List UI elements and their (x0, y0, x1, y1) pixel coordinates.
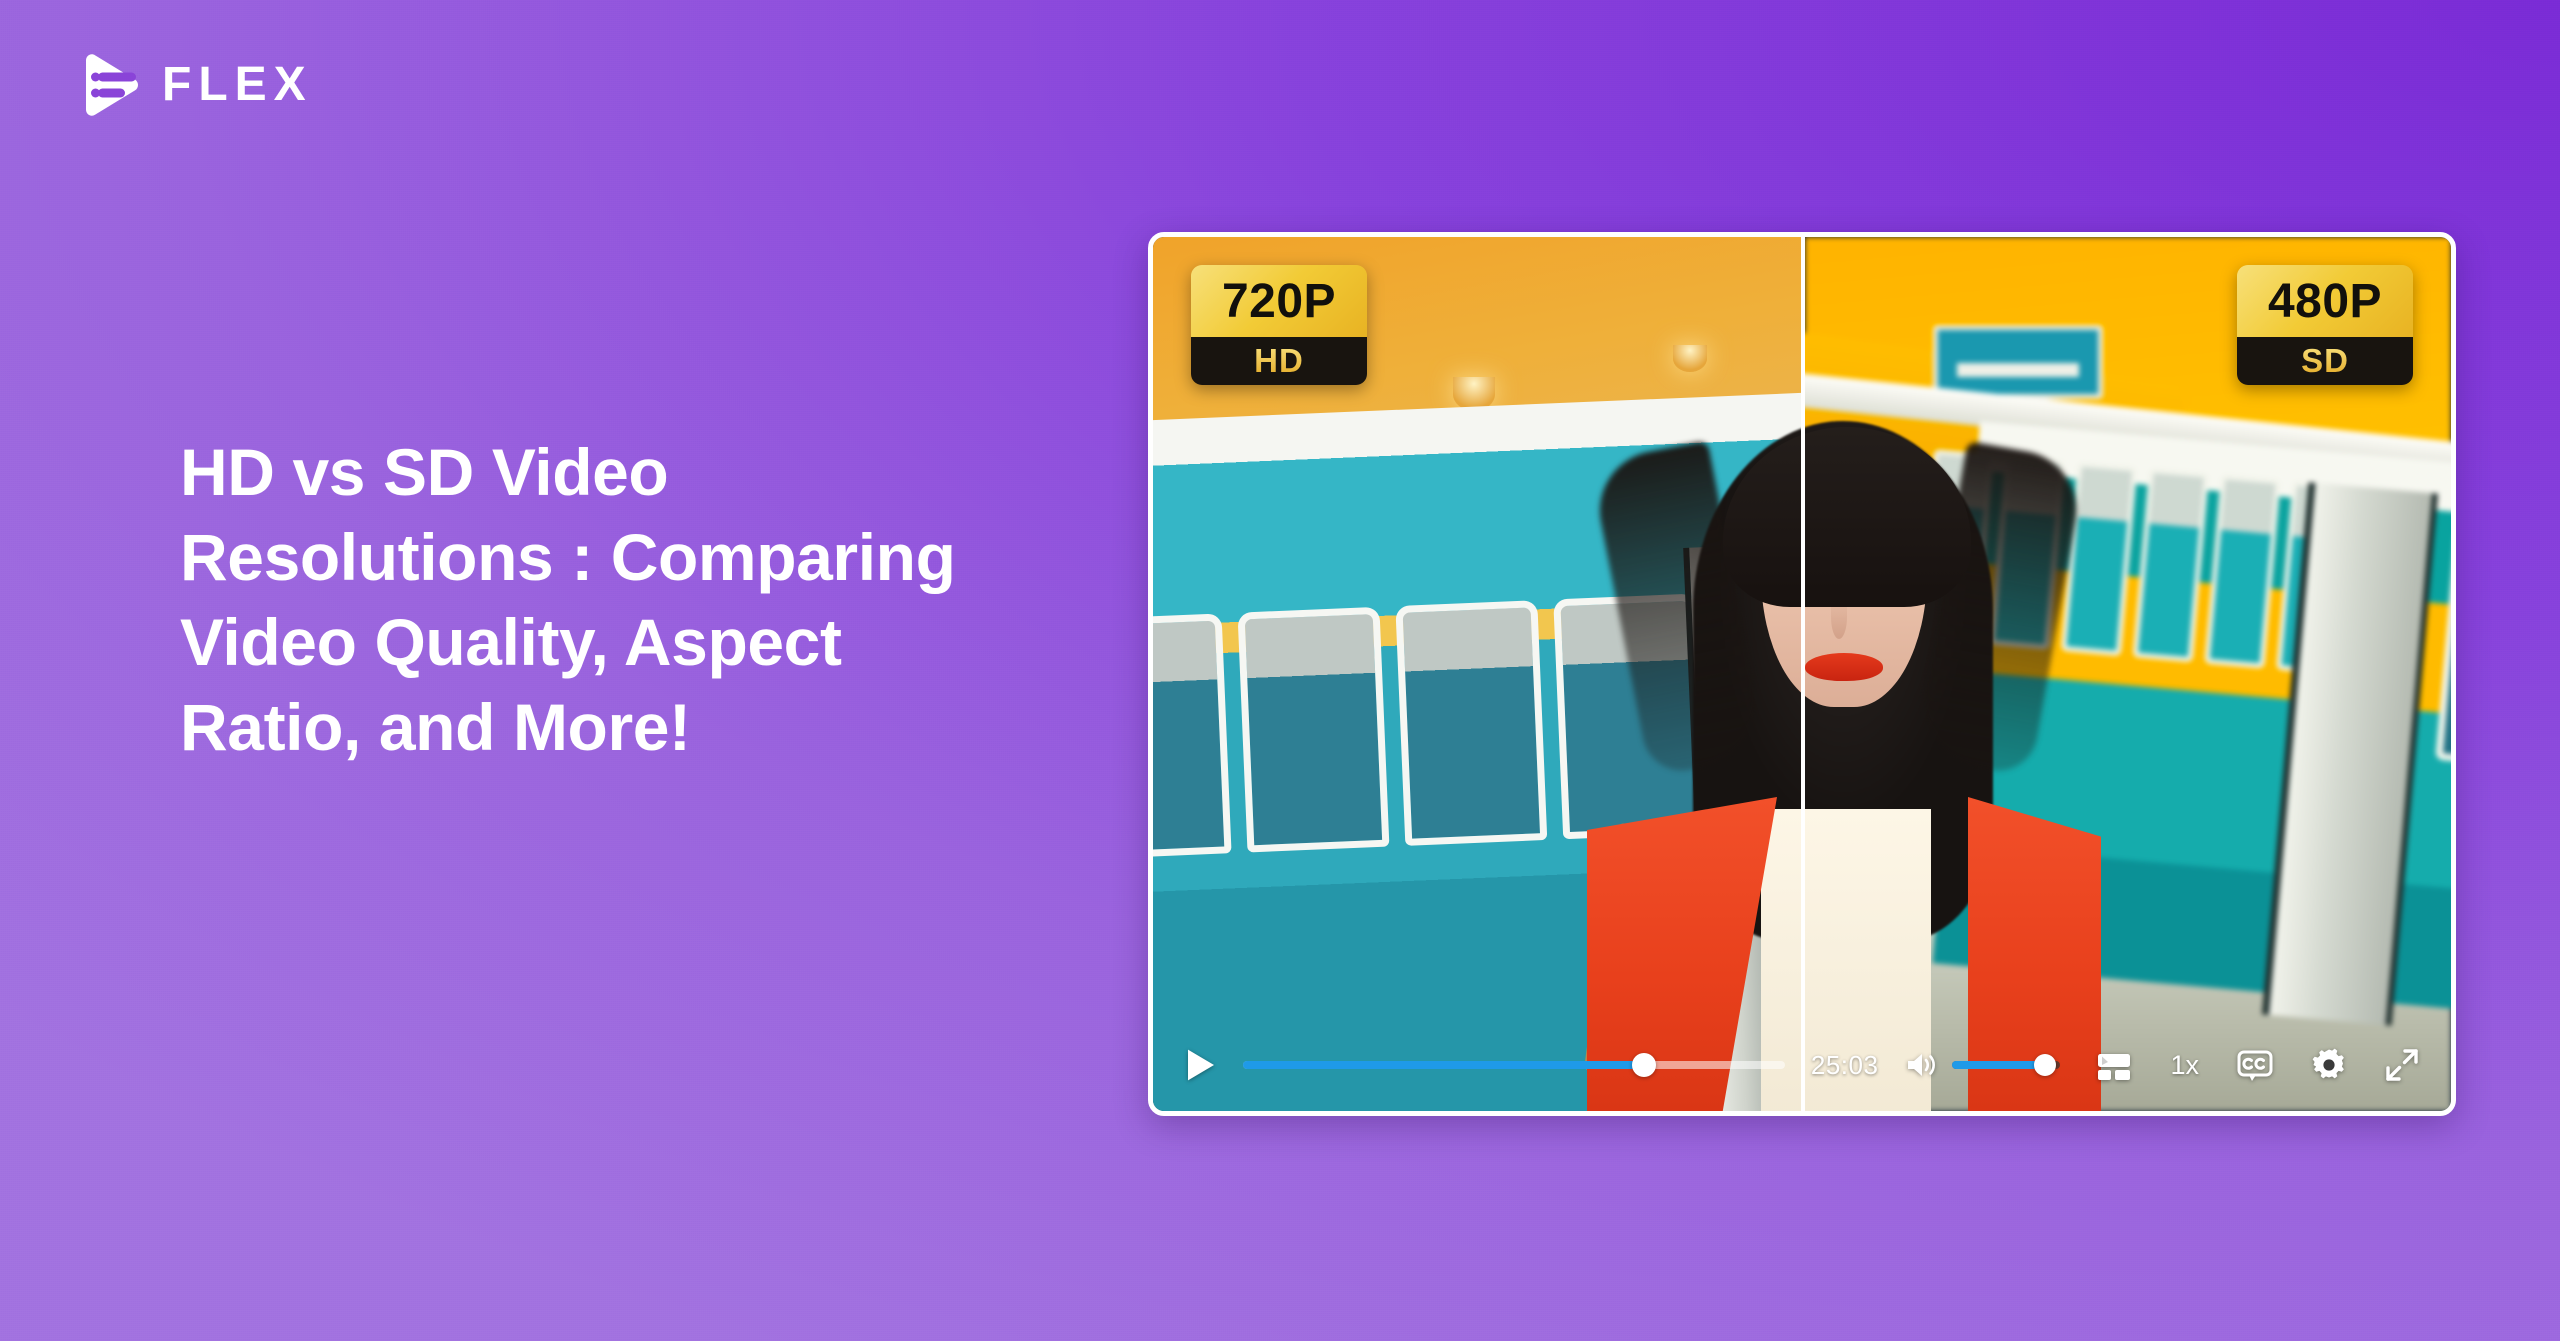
poster-canvas: FLEX HD vs SD Video Resolutions : Compar… (0, 0, 2560, 1341)
resolution-badge-sd: 480P SD (2237, 265, 2413, 385)
closed-captions-icon (2237, 1050, 2273, 1081)
badge-quality-row: SD (2237, 337, 2413, 385)
video-player[interactable]: 720P HD 480P SD 25:03 1x (1148, 232, 2456, 1116)
play-button[interactable] (1179, 1043, 1223, 1087)
badge-resolution-label: 480P (2267, 274, 2383, 328)
train-window (1237, 606, 1390, 853)
brand-name: FLEX (162, 58, 313, 111)
captions-button[interactable] (2235, 1045, 2275, 1085)
player-controls-bar: 25:03 1x (1153, 1019, 2451, 1111)
expand-arrows-icon (2386, 1049, 2418, 1081)
train-window (1153, 613, 1232, 860)
miniplayer-icon (2098, 1054, 2131, 1080)
progress-fill (1243, 1061, 1644, 1069)
playback-speed-button[interactable]: 1x (2170, 1050, 2199, 1081)
page-title: HD vs SD Video Resolutions : Comparing V… (180, 435, 956, 765)
play-icon (1188, 1049, 1214, 1081)
train-window (1395, 600, 1548, 846)
gear-icon (2312, 1048, 2344, 1079)
badge-quality-row: HD (1191, 337, 1367, 385)
badge-resolution-label: 720P (1221, 274, 1337, 328)
progress-slider[interactable] (1243, 1053, 1785, 1077)
volume-fill (1952, 1061, 2046, 1069)
flex-play-mark-icon (86, 54, 138, 116)
fullscreen-button[interactable] (2383, 1046, 2421, 1084)
train-window (2132, 467, 2210, 663)
resolution-badge-hd: 720P HD (1191, 265, 1367, 385)
time-display: 25:03 (1810, 1049, 1879, 1080)
subject-person (1583, 357, 2101, 1111)
badge-quality-label: SD (2301, 342, 2349, 379)
volume-button[interactable] (1902, 1047, 1942, 1083)
progress-thumb[interactable] (1631, 1053, 1656, 1077)
lips (1805, 653, 1883, 681)
comparison-divider (1801, 237, 1805, 1111)
miniplayer-button[interactable] (2094, 1045, 2134, 1085)
brand-logo[interactable]: FLEX (78, 52, 313, 118)
badge-resolution-row: 720P (1191, 265, 1367, 337)
volume-thumb[interactable] (2034, 1054, 2057, 1076)
badge-resolution-row: 480P (2237, 265, 2413, 337)
settings-button[interactable] (2309, 1045, 2349, 1085)
volume-slider[interactable] (1952, 1054, 2061, 1076)
volume-high-icon (1908, 1054, 1936, 1076)
badge-quality-label: HD (1254, 342, 1304, 379)
train-window (2204, 474, 2281, 669)
